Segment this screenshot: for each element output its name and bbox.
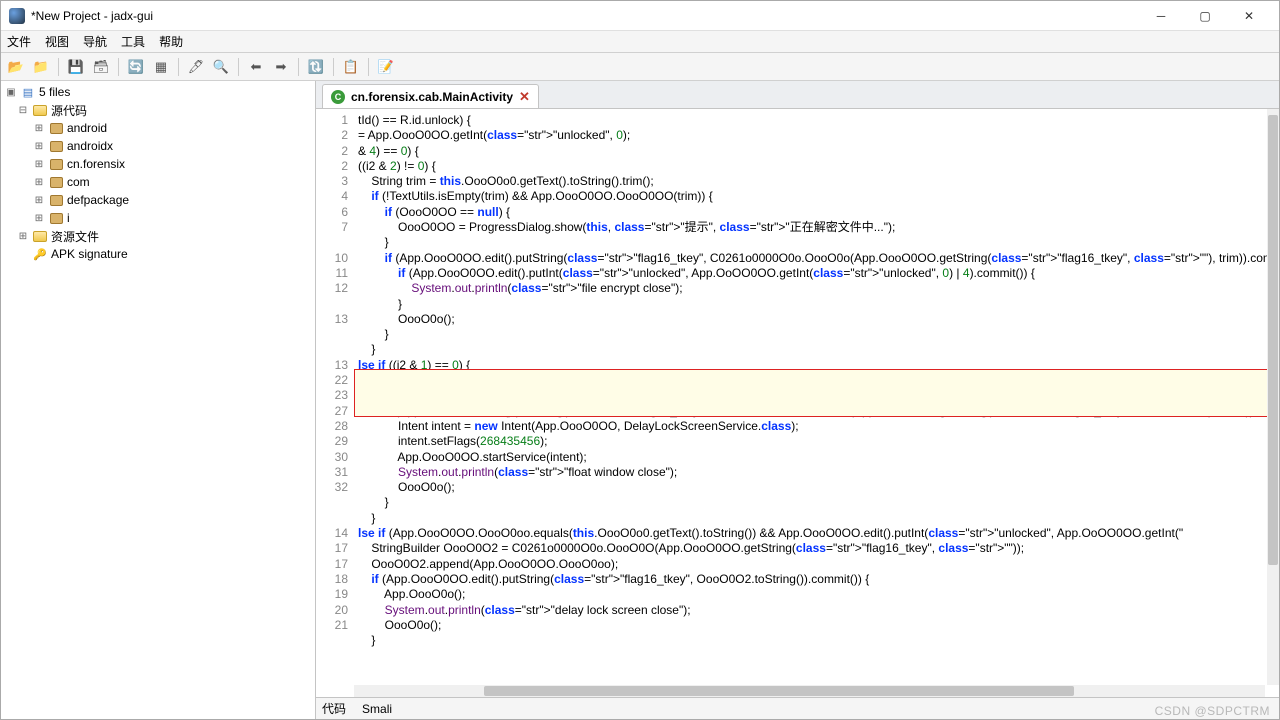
open-icon[interactable]: 📂 — [5, 56, 27, 78]
sep — [58, 58, 59, 76]
package-icon — [48, 192, 64, 208]
hscroll-thumb[interactable] — [484, 686, 1074, 696]
deobf-icon[interactable]: 📋 — [340, 56, 362, 78]
close-button[interactable]: ✕ — [1227, 1, 1271, 31]
bottom-tabs: 代码 Smali — [316, 697, 1279, 719]
vscroll-thumb[interactable] — [1268, 115, 1278, 565]
saveall-icon[interactable]: 🗃 — [90, 56, 112, 78]
grid-icon[interactable]: ▦ — [150, 56, 172, 78]
tree-src[interactable]: ⊟源代码 — [1, 101, 315, 119]
tree-pkg[interactable]: ⊞defpackage — [1, 191, 315, 209]
main: ▣▤5 files ⊟源代码 ⊞android ⊞androidx ⊞cn.fo… — [1, 81, 1279, 719]
file-tree[interactable]: ▣▤5 files ⊟源代码 ⊞android ⊞androidx ⊞cn.fo… — [1, 81, 315, 719]
sep — [118, 58, 119, 76]
sync-icon[interactable]: 🔄 — [125, 56, 147, 78]
package-icon — [48, 120, 64, 136]
tree-root[interactable]: ▣▤5 files — [1, 83, 315, 101]
files-icon: ▤ — [20, 84, 36, 100]
class-icon: C — [331, 90, 345, 104]
sep — [368, 58, 369, 76]
tab-smali[interactable]: Smali — [362, 702, 392, 716]
package-icon — [48, 138, 64, 154]
app-icon — [9, 8, 25, 24]
gutter: 12223467 101112 13 132223272829303132 14… — [316, 109, 354, 697]
tree-pkg[interactable]: ⊞android — [1, 119, 315, 137]
minimize-button[interactable]: ─ — [1139, 1, 1183, 31]
maximize-button[interactable]: ▢ — [1183, 1, 1227, 31]
app-window: *New Project - jadx-gui ─ ▢ ✕ 文件 视图 导航 工… — [0, 0, 1280, 720]
wand-icon[interactable]: 🖊 — [185, 56, 207, 78]
tab-label: cn.forensix.cab.MainActivity — [351, 90, 513, 104]
log-icon[interactable]: 📝 — [375, 56, 397, 78]
code-area: 12223467 101112 13 132223272829303132 14… — [316, 109, 1279, 697]
tab-close-icon[interactable]: ✕ — [519, 89, 530, 105]
back-icon[interactable]: ⬅ — [245, 56, 267, 78]
sep — [238, 58, 239, 76]
titlebar: *New Project - jadx-gui ─ ▢ ✕ — [1, 1, 1279, 31]
tree-pkg[interactable]: ⊞cn.forensix — [1, 155, 315, 173]
window-title: *New Project - jadx-gui — [31, 9, 1139, 23]
search-icon[interactable]: 🔍 — [210, 56, 232, 78]
package-icon — [48, 174, 64, 190]
save-icon[interactable]: 💾 — [65, 56, 87, 78]
menu-file[interactable]: 文件 — [7, 33, 31, 50]
tree-pkg[interactable]: ⊞com — [1, 173, 315, 191]
sidebar: ▣▤5 files ⊟源代码 ⊞android ⊞androidx ⊞cn.fo… — [1, 81, 316, 719]
hscrollbar[interactable] — [354, 685, 1265, 697]
tab-code[interactable]: 代码 — [322, 700, 346, 717]
refresh-icon[interactable]: 🔃 — [305, 56, 327, 78]
package-icon — [48, 210, 64, 226]
sep — [333, 58, 334, 76]
tree-sig[interactable]: 🔑APK signature — [1, 245, 315, 263]
folder-icon — [32, 228, 48, 244]
sep — [298, 58, 299, 76]
forward-icon[interactable]: ➡ — [270, 56, 292, 78]
tree-pkg[interactable]: ⊞androidx — [1, 137, 315, 155]
tab-mainactivity[interactable]: C cn.forensix.cab.MainActivity ✕ — [322, 84, 539, 108]
menubar: 文件 视图 导航 工具 帮助 — [1, 31, 1279, 53]
editor-pane: C cn.forensix.cab.MainActivity ✕ 1222346… — [316, 81, 1279, 719]
tree-pkg[interactable]: ⊞i — [1, 209, 315, 227]
folder-icon — [32, 102, 48, 118]
menu-nav[interactable]: 导航 — [83, 33, 107, 50]
menu-view[interactable]: 视图 — [45, 33, 69, 50]
add-icon[interactable]: 📁 — [30, 56, 52, 78]
code[interactable]: tId() == R.id.unlock) {= App.OooO0OO.get… — [354, 109, 1279, 697]
vscrollbar[interactable] — [1267, 109, 1279, 685]
sep — [178, 58, 179, 76]
package-icon — [48, 156, 64, 172]
toolbar: 📂 📁 💾 🗃 🔄 ▦ 🖊 🔍 ⬅ ➡ 🔃 📋 📝 — [1, 53, 1279, 81]
tree-res[interactable]: ⊞资源文件 — [1, 227, 315, 245]
tabbar: C cn.forensix.cab.MainActivity ✕ — [316, 81, 1279, 109]
menu-help[interactable]: 帮助 — [159, 33, 183, 50]
key-icon: 🔑 — [32, 246, 48, 262]
menu-tools[interactable]: 工具 — [121, 33, 145, 50]
